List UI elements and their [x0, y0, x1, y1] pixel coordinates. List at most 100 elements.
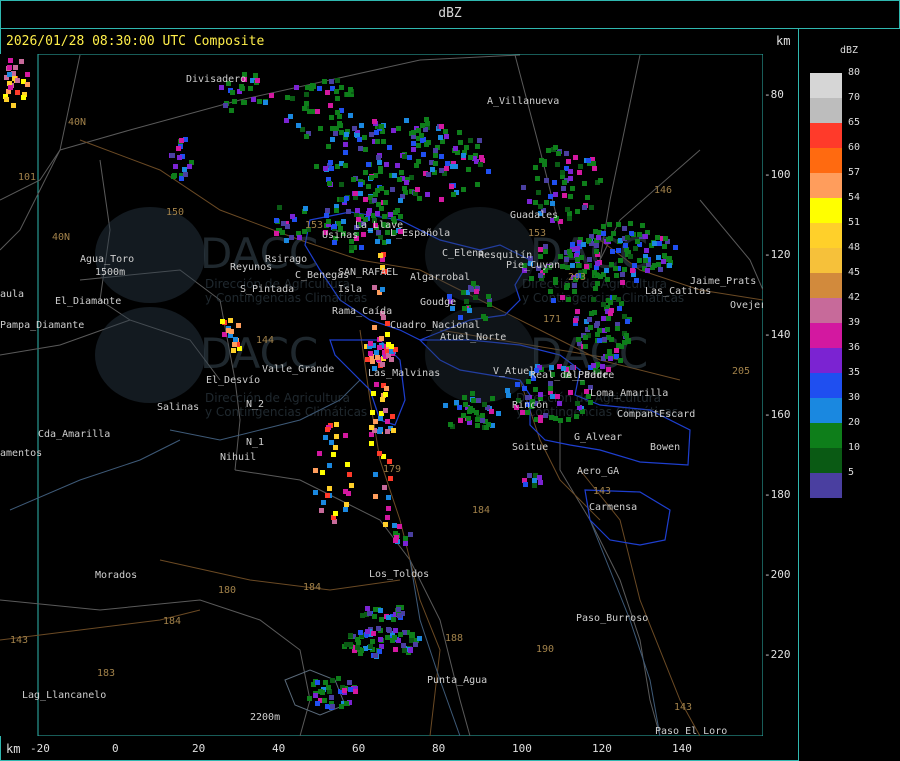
place-label: S_Pintada [240, 284, 294, 295]
echo-pixel [470, 391, 475, 396]
echo-pixel [401, 643, 406, 648]
legend-label: 65 [848, 117, 861, 128]
echo-pixel [480, 418, 485, 423]
echo-pixel [183, 172, 188, 177]
echo-pixel [490, 396, 495, 401]
route-number: 188 [445, 633, 463, 644]
legend-label: 30 [848, 392, 861, 403]
echo-pixel [473, 295, 478, 300]
echo-pixel [371, 631, 376, 636]
echo-pixel [11, 103, 16, 108]
echo-pixel [369, 132, 374, 137]
echo-pixel [425, 121, 430, 126]
echo-pixel [348, 113, 353, 118]
echo-pixel [594, 323, 599, 328]
echo-pixel [583, 335, 588, 340]
echo-pixel [397, 524, 402, 529]
echo-pixel [482, 402, 487, 407]
echo-pixel [542, 159, 547, 164]
place-label: Algarrobal [410, 272, 470, 283]
echo-pixel [373, 494, 378, 499]
legend-label: 42 [848, 292, 861, 303]
place-label: 1500m [95, 267, 125, 278]
echo-pixel [348, 687, 353, 692]
echo-pixel [375, 211, 380, 216]
echo-pixel [588, 325, 593, 330]
y-tick-label: -140 [764, 328, 791, 341]
legend-item: 5 [810, 467, 854, 498]
echo-pixel [345, 92, 350, 97]
route-number: 146 [654, 185, 672, 196]
echo-pixel [606, 237, 611, 242]
echo-pixel [344, 132, 349, 137]
echo-pixel [383, 200, 388, 205]
echo-pixel [170, 153, 175, 158]
echo-pixel [370, 359, 375, 364]
echo-pixel [589, 311, 594, 316]
echo-pixel [453, 146, 458, 151]
echo-pixel [373, 653, 378, 658]
echo-pixel [475, 144, 480, 149]
echo-pixel [562, 193, 567, 198]
echo-pixel [294, 85, 299, 90]
echo-pixel [662, 244, 667, 249]
route-number: 101 [18, 172, 36, 183]
echo-pixel [619, 344, 624, 349]
echo-pixel [339, 182, 344, 187]
echo-pixel [339, 197, 344, 202]
legend-item: 80 [810, 67, 860, 98]
echo-pixel [385, 419, 390, 424]
echo-pixel [363, 170, 368, 175]
echo-pixel [594, 249, 599, 254]
echo-pixel [461, 413, 466, 418]
echo-pixel [550, 394, 555, 399]
route-number: 153 [305, 220, 323, 231]
place-label: G_Alvear [574, 432, 622, 443]
echo-pixel [404, 118, 409, 123]
echo-pixel [424, 142, 429, 147]
echo-pixel [560, 264, 565, 269]
echo-pixel [391, 617, 396, 622]
echo-pixel [628, 221, 633, 226]
echo-pixel [343, 507, 348, 512]
echo-pixel [386, 495, 391, 500]
echo-pixel [662, 253, 667, 258]
echo-pixel [355, 645, 360, 650]
echo-pixel [359, 245, 364, 250]
echo-pixel [480, 413, 485, 418]
echo-pixel [551, 298, 556, 303]
echo-pixel [353, 191, 358, 196]
legend-swatch [810, 448, 842, 473]
place-label: Guadales [510, 210, 558, 221]
echo-pixel [546, 148, 551, 153]
echo-pixel [385, 429, 390, 434]
echo-pixel [553, 192, 558, 197]
echo-pixel [430, 167, 435, 172]
legend-item: 42 [810, 292, 860, 323]
echo-pixel [296, 123, 301, 128]
echo-pixel [416, 143, 421, 148]
echo-pixel [538, 254, 543, 259]
echo-pixel [327, 181, 332, 186]
echo-pixel [433, 161, 438, 166]
echo-pixel [474, 289, 479, 294]
echo-pixel [344, 701, 349, 706]
echo-pixel [336, 676, 341, 681]
echo-pixel [549, 415, 554, 420]
echo-pixel [325, 90, 330, 95]
route-number: 143 [674, 702, 692, 713]
echo-pixel [588, 400, 593, 405]
echo-pixel [373, 192, 378, 197]
echo-pixel [257, 99, 262, 104]
echo-pixel [564, 151, 569, 156]
place-label: N_2 [246, 399, 264, 410]
echo-pixel [330, 678, 335, 683]
echo-pixel [7, 72, 12, 77]
echo-pixel [372, 285, 377, 290]
radar-map[interactable]: DACC DACC DACC DACC Dirección de Agricul… [0, 54, 763, 736]
echo-pixel [535, 176, 540, 181]
echo-pixel [592, 166, 597, 171]
echo-pixel [232, 99, 237, 104]
echo-pixel [366, 184, 371, 189]
legend-swatch [810, 248, 842, 273]
